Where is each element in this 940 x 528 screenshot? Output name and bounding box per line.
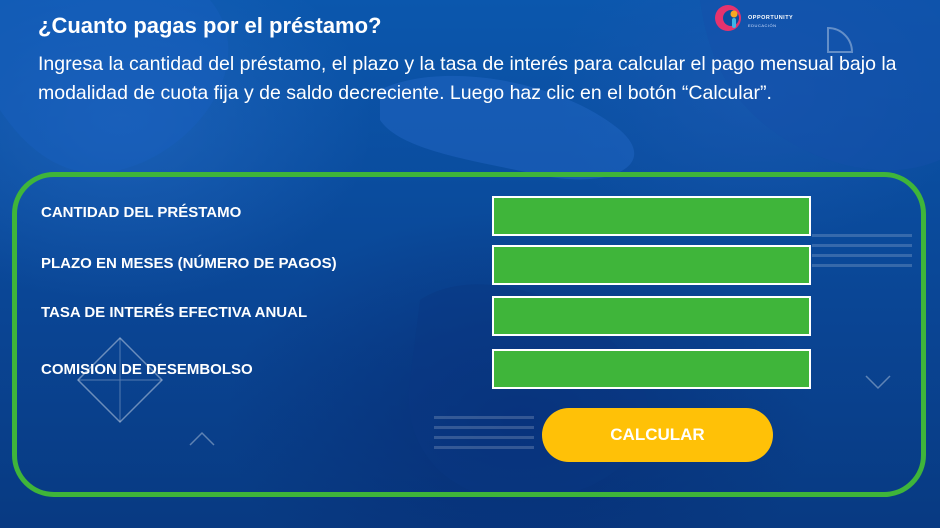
disbursement-fee-input[interactable]: [492, 349, 811, 389]
loan-calculator-screen: ¿Cuanto pagas por el préstamo? Ingresa l…: [0, 0, 940, 528]
loan-amount-input[interactable]: [492, 196, 811, 236]
term-months-label: PLAZO EN MESES (NÚMERO DE PAGOS): [41, 255, 337, 272]
page-instructions: Ingresa la cantidad del préstamo, el pla…: [38, 53, 897, 104]
disbursement-fee-label: COMISION DE DESEMBOLSO: [41, 361, 253, 378]
page-title: ¿Cuanto pagas por el préstamo?: [38, 13, 382, 38]
annual-rate-input[interactable]: [492, 296, 811, 336]
logo-name: OPPORTUNITY: [748, 15, 794, 21]
calculate-button[interactable]: CALCULAR: [542, 408, 773, 462]
logo-subtitle: EDUCACIÓN: [748, 23, 777, 28]
loan-amount-label: CANTIDAD DEL PRÉSTAMO: [41, 204, 242, 221]
annual-rate-label: TASA DE INTERÉS EFECTIVA ANUAL: [41, 304, 308, 321]
term-months-input[interactable]: [492, 245, 811, 285]
